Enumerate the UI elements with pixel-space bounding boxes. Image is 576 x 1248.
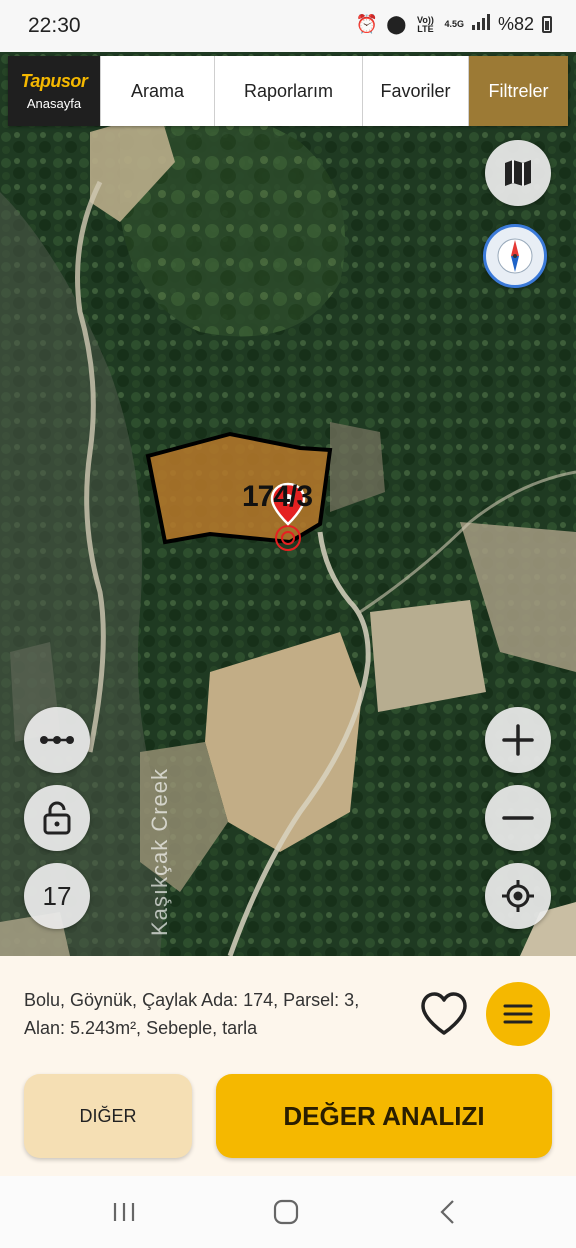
tab-raporlarim[interactable]: Raporlarım <box>214 56 362 126</box>
compass-icon <box>497 238 533 274</box>
network-type: 4.5G <box>444 19 464 29</box>
heart-icon <box>421 992 467 1035</box>
location-icon: ⬤ <box>386 14 407 34</box>
battery-icon <box>542 16 552 33</box>
back-icon <box>440 1200 454 1224</box>
zoom-in-button[interactable] <box>485 707 551 773</box>
parcel-number-label: 174/3 <box>242 480 313 513</box>
tab-favoriler[interactable]: Favoriler <box>362 56 468 126</box>
recent-apps-button[interactable] <box>104 1194 144 1230</box>
zoom-level-indicator[interactable]: 17 <box>24 863 90 929</box>
other-button[interactable]: DIĞER <box>24 1074 192 1158</box>
creek-label: Kaşıkçak Creek <box>147 767 172 937</box>
map-layers-icon <box>505 160 531 186</box>
home-brand-button[interactable]: Tapusor Anasayfa <box>8 56 100 126</box>
recent-apps-icon <box>113 1203 135 1221</box>
compass-button[interactable] <box>483 224 547 288</box>
zoom-out-button[interactable] <box>485 785 551 851</box>
parcel-info-text: Bolu, Göynük, Çaylak Ada: 174, Parsel: 3… <box>24 990 360 1038</box>
home-icon <box>273 1199 299 1225</box>
status-bar: 22:30 ⏰ ⬤ Vo)) LTE 4.5G %82 <box>0 0 576 52</box>
crosshair-icon <box>502 880 534 912</box>
unlock-icon <box>43 801 71 835</box>
favorite-button[interactable] <box>416 986 472 1042</box>
map-layers-button[interactable] <box>485 140 551 206</box>
battery-percent: %82 <box>497 14 534 34</box>
status-icons: ⏰ ⬤ Vo)) LTE 4.5G %82 <box>356 14 552 35</box>
value-analysis-button[interactable]: DEĞER ANALIZI <box>216 1074 552 1158</box>
plus-icon <box>502 724 534 756</box>
back-button[interactable] <box>428 1194 468 1230</box>
minus-icon <box>502 816 534 820</box>
measure-button[interactable] <box>24 707 90 773</box>
volte-indicator: Vo)) LTE <box>417 14 434 34</box>
brand-home-label: Anasayfa <box>26 96 82 111</box>
map-lock-button[interactable] <box>24 785 90 851</box>
home-button[interactable] <box>266 1194 306 1230</box>
top-navigation: Tapusor Anasayfa Arama Raporlarım Favori… <box>8 56 568 126</box>
alarm-icon: ⏰ <box>355 14 379 34</box>
brand-logo: Tapusor <box>20 71 88 91</box>
zoom-level-value: 17 <box>42 880 72 911</box>
system-navigation-bar <box>0 1176 576 1248</box>
signal-icon <box>471 14 490 35</box>
menu-button[interactable] <box>486 982 550 1046</box>
status-time: 22:30 <box>28 14 81 37</box>
tab-arama[interactable]: Arama <box>100 56 214 126</box>
locate-me-button[interactable] <box>485 863 551 929</box>
measure-icon <box>40 736 74 744</box>
tab-filtreler[interactable]: Filtreler <box>468 56 568 126</box>
hamburger-menu-icon <box>503 1004 533 1024</box>
